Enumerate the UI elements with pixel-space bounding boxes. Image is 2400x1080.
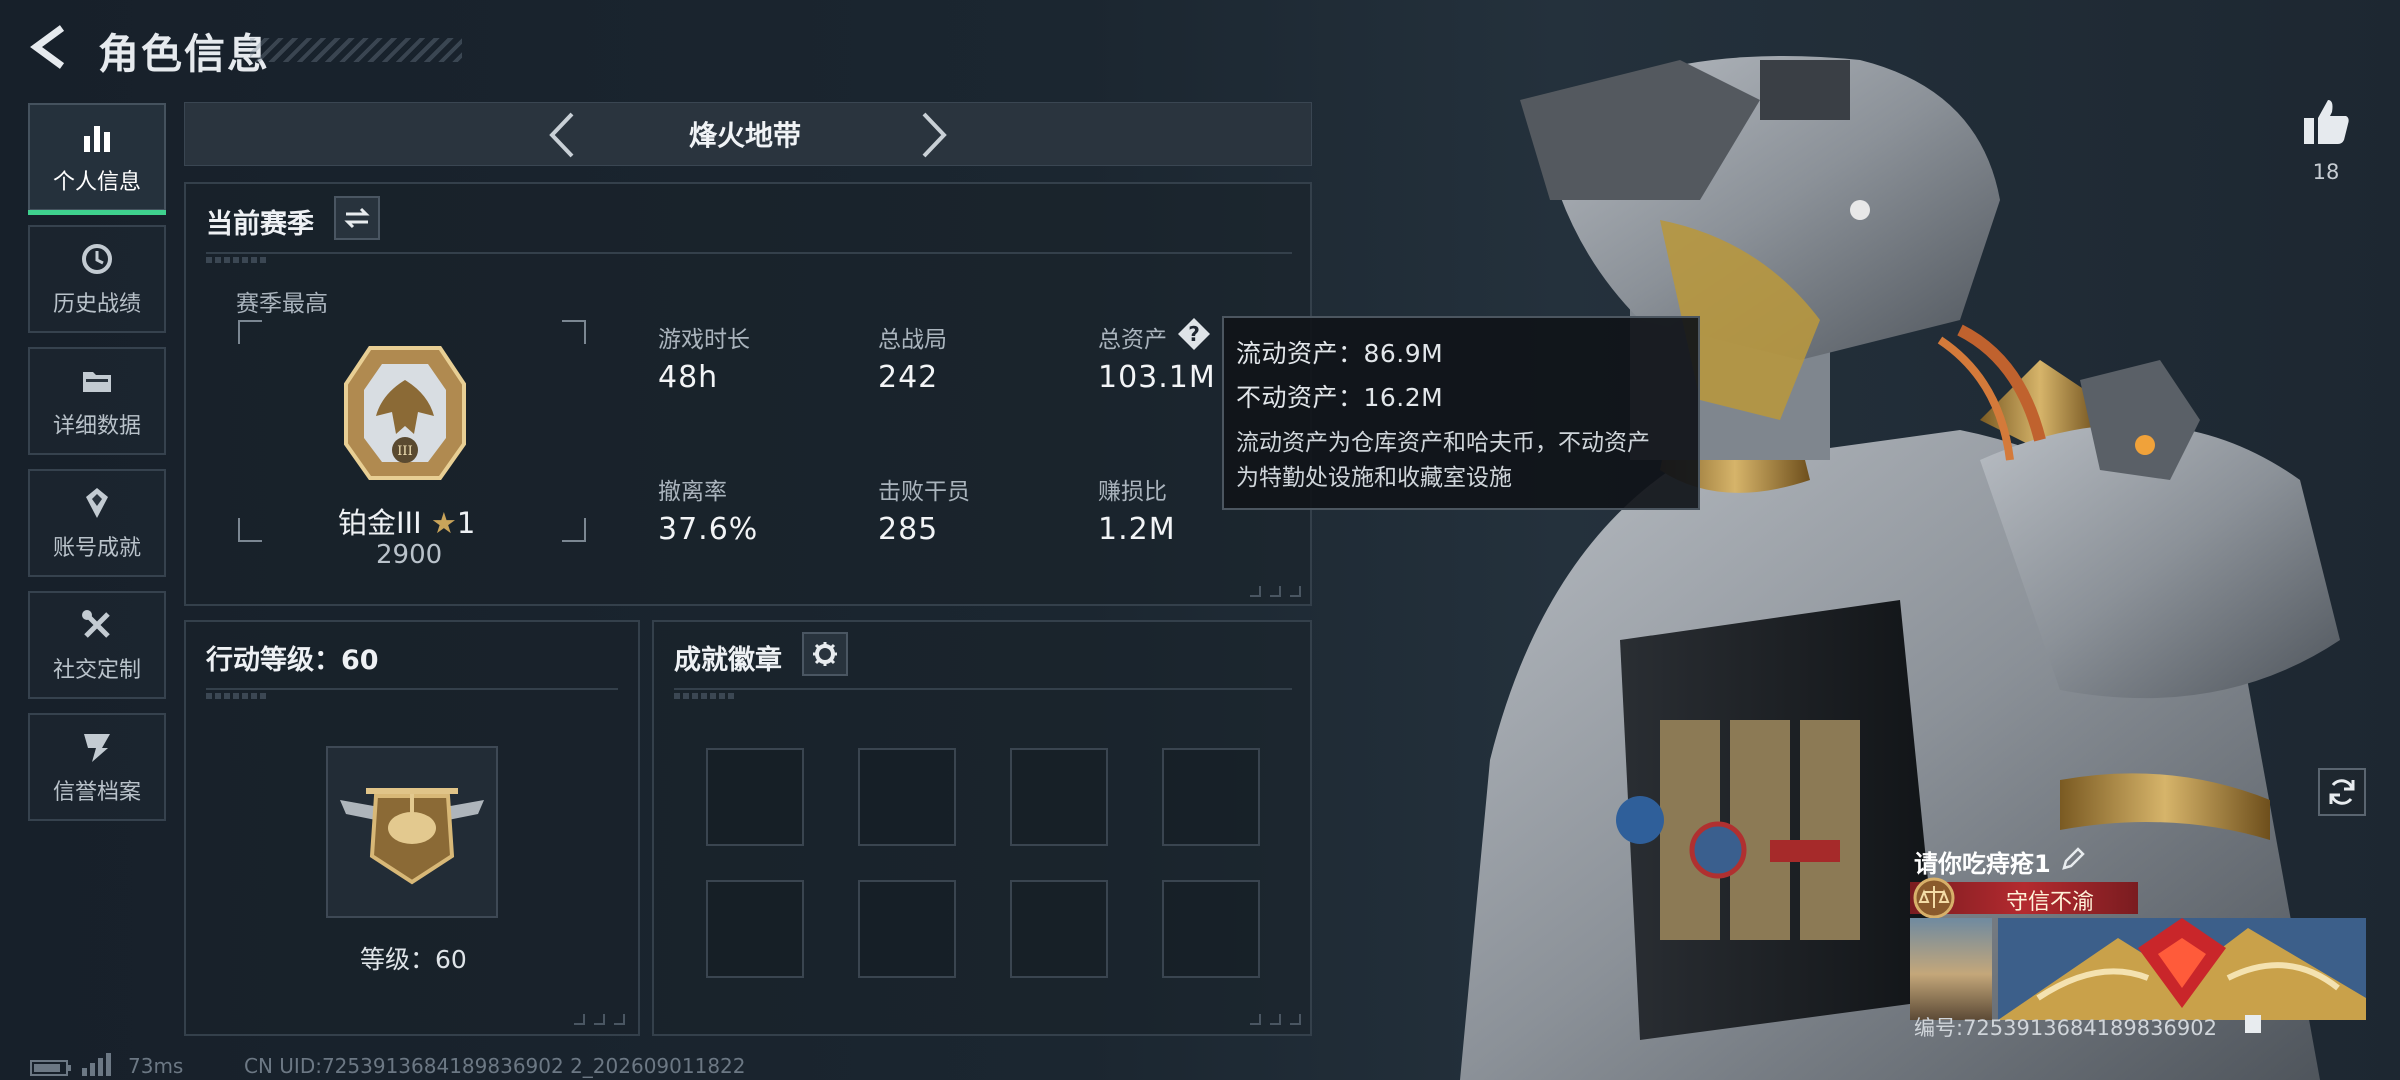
sidebar-item-label: 信誉档案 xyxy=(52,780,141,805)
sidebar-item-social[interactable]: 社交定制 xyxy=(28,591,166,699)
sidebar-item-achievements[interactable]: 账号成就 xyxy=(28,469,166,577)
sidebar-item-label: 历史战绩 xyxy=(52,292,141,317)
stat-label: 撤离率 xyxy=(658,479,727,505)
helicopter-emblem-icon xyxy=(340,788,484,885)
title-decoration xyxy=(250,38,462,62)
divider-accent xyxy=(674,693,734,699)
mode-title: 烽火地带 xyxy=(688,119,801,152)
stat-label: 游戏时长 xyxy=(658,327,750,353)
help-icon[interactable]: ? xyxy=(1176,316,1212,352)
sidebar-item-label: 账号成就 xyxy=(52,536,141,561)
stat-value: 242 xyxy=(878,360,939,395)
sidebar-item-history[interactable]: 历史战绩 xyxy=(28,225,166,333)
badge-slot[interactable] xyxy=(858,880,956,978)
uid-text: CN UID:7253913684189836902 2_20260901182… xyxy=(244,1054,746,1078)
badge-settings-button[interactable] xyxy=(802,632,848,676)
frame-corner xyxy=(562,518,586,542)
badge-slot[interactable] xyxy=(706,748,804,846)
bar-chart-icon xyxy=(84,126,110,152)
frame-corner xyxy=(562,320,586,344)
frame-corner xyxy=(238,518,262,542)
copy-icon[interactable] xyxy=(2242,1012,2266,1036)
scales-emblem-icon xyxy=(1913,877,1955,919)
sidebar-item-personal-info[interactable]: 个人信息 xyxy=(28,103,166,215)
sidebar-item-label: 详细数据 xyxy=(52,414,141,439)
corner-decoration xyxy=(574,1014,625,1025)
badge-slot[interactable] xyxy=(1162,748,1260,846)
season-title: 当前赛季 xyxy=(206,209,314,240)
player-name: 请你吃痔疮1 xyxy=(1914,850,2051,878)
stat-label: 击败干员 xyxy=(878,479,970,505)
sidebar-item-details[interactable]: 详细数据 xyxy=(28,347,166,455)
rank-score: 2900 xyxy=(376,540,443,570)
sidebar-item-label: 社交定制 xyxy=(52,658,141,683)
avatar[interactable] xyxy=(1910,918,1992,1020)
stat-value: 37.6% xyxy=(658,512,759,547)
reputation-icon xyxy=(84,734,110,762)
badge-slot[interactable] xyxy=(706,880,804,978)
swap-icon xyxy=(344,207,370,229)
liquid-assets: 流动资产：86.9M xyxy=(1236,339,1444,368)
chevron-left-icon[interactable] xyxy=(542,110,582,160)
badge-slot[interactable] xyxy=(858,748,956,846)
divider xyxy=(206,688,618,690)
switch-season-button[interactable] xyxy=(334,196,380,240)
divider xyxy=(674,688,1292,690)
corner-decoration xyxy=(1250,586,1301,597)
gear-icon xyxy=(813,642,837,666)
fixed-assets: 不动资产：16.2M xyxy=(1236,383,1444,412)
rank-name: 铂金III ★1 xyxy=(338,506,476,540)
divider-accent xyxy=(206,693,266,699)
level-label: 等级：60 xyxy=(360,945,467,974)
chevron-right-icon[interactable] xyxy=(914,110,954,160)
rank-star-icon: ★ xyxy=(430,506,457,540)
badges-title: 成就徽章 xyxy=(674,645,782,676)
platinum-rank-emblem-icon: III xyxy=(344,346,466,480)
sidebar-item-reputation[interactable]: 信誉档案 xyxy=(28,713,166,821)
name-card-banner xyxy=(1998,918,2366,1020)
clock-history-icon xyxy=(82,244,112,274)
action-level-title: 行动等级：60 xyxy=(206,645,379,676)
svg-text:?: ? xyxy=(1188,322,1200,346)
season-best-label: 赛季最高 xyxy=(236,291,328,317)
page-title: 角色信息 xyxy=(98,30,270,78)
divider xyxy=(206,252,1292,254)
assets-tooltip: 流动资产：86.9M 不动资产：16.2M 流动资产为仓库资产和哈夫币，不动资产… xyxy=(1222,316,1700,510)
badge-slot[interactable] xyxy=(1162,880,1260,978)
rank-stars: 1 xyxy=(456,506,476,540)
player-id: 编号:7253913684189836902 xyxy=(1914,1016,2217,1040)
stat-value: 103.1M xyxy=(1098,360,1216,395)
title-plate-text: 守信不渝 xyxy=(2005,890,2094,915)
stat-value: 48h xyxy=(658,360,719,395)
battery-icon xyxy=(30,1060,71,1076)
frame-corner xyxy=(238,320,262,344)
badge-slot[interactable] xyxy=(1010,880,1108,978)
tooltip-description-2: 为特勤处设施和收藏室设施 xyxy=(1236,465,1512,491)
badge-slot[interactable] xyxy=(1010,748,1108,846)
thumbs-up-icon[interactable] xyxy=(2300,96,2352,148)
tools-icon xyxy=(82,610,110,638)
signal-icon xyxy=(82,1053,111,1076)
back-arrow-icon[interactable] xyxy=(26,22,76,72)
ping-readout: 73ms xyxy=(128,1054,184,1078)
divider-accent xyxy=(206,257,266,263)
stat-label: 总资产 xyxy=(1098,327,1167,353)
stat-label: 赚损比 xyxy=(1098,479,1167,505)
like-count: 18 xyxy=(2312,160,2340,184)
sidebar-item-label: 个人信息 xyxy=(52,170,141,195)
tooltip-description-1: 流动资产为仓库资产和哈夫币，不动资产 xyxy=(1236,430,1650,456)
folder-icon xyxy=(83,372,111,392)
achievement-icon xyxy=(86,488,108,518)
stat-value: 285 xyxy=(878,512,939,547)
svg-text:III: III xyxy=(397,444,412,459)
refresh-icon xyxy=(2329,779,2355,805)
stat-value: 1.2M xyxy=(1098,512,1176,547)
stat-label: 总战局 xyxy=(878,327,947,353)
edit-icon[interactable] xyxy=(2060,846,2086,872)
corner-decoration xyxy=(1250,1014,1301,1025)
refresh-button[interactable] xyxy=(2318,768,2366,816)
